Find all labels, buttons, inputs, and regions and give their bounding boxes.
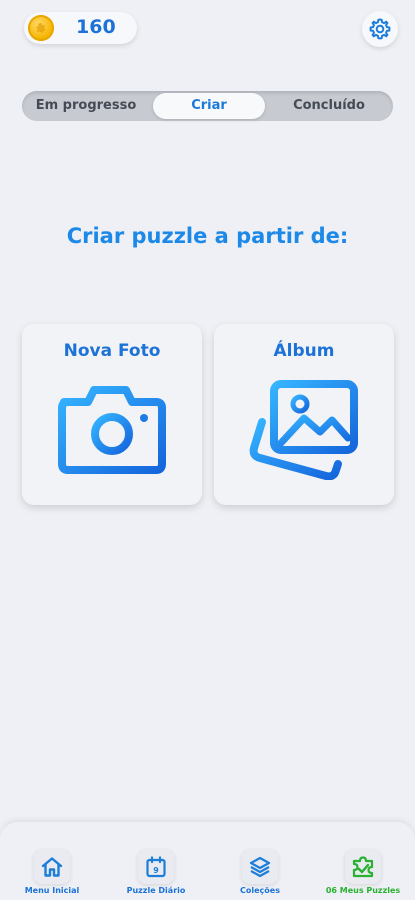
nav-collections[interactable]: Coleções	[208, 822, 312, 900]
home-icon	[34, 850, 70, 884]
nav-daily-puzzle-label: Puzzle Diário	[126, 886, 186, 895]
puzzle-icon	[345, 850, 381, 884]
album-card[interactable]: Álbum	[214, 324, 394, 505]
nav-collections-label: Coleções	[240, 886, 280, 895]
tab-completed[interactable]: Concluído	[265, 91, 393, 121]
bottom-navigation: Menu Inicial 9 Puzzle Diário Coleções 06…	[0, 822, 415, 900]
coin-icon	[28, 15, 54, 41]
svg-text:9: 9	[153, 866, 159, 875]
page-heading: Criar puzzle a partir de:	[66, 224, 349, 248]
nav-my-puzzles-label: 06 Meus Puzzles	[325, 886, 401, 895]
coin-balance[interactable]: 160	[24, 12, 137, 44]
new-photo-label: Nova Foto	[63, 341, 161, 361]
segmented-tabs: Em progresso Criar Concluído	[22, 91, 393, 121]
settings-button[interactable]	[362, 11, 398, 47]
new-photo-card[interactable]: Nova Foto	[22, 324, 202, 505]
nav-home[interactable]: Menu Inicial	[0, 822, 104, 900]
create-puzzle-screen: 160 Em progresso Criar Concluído Criar p…	[0, 0, 415, 900]
tab-create[interactable]: Criar	[153, 93, 265, 119]
nav-home-label: Menu Inicial	[24, 886, 80, 895]
tab-in-progress[interactable]: Em progresso	[22, 91, 150, 121]
layers-icon	[242, 850, 278, 884]
calendar-icon: 9	[138, 850, 174, 884]
coin-count: 160	[76, 16, 116, 38]
nav-my-puzzles[interactable]: 06 Meus Puzzles	[311, 822, 415, 900]
album-label: Álbum	[273, 341, 335, 361]
nav-daily-puzzle[interactable]: 9 Puzzle Diário	[104, 822, 208, 900]
